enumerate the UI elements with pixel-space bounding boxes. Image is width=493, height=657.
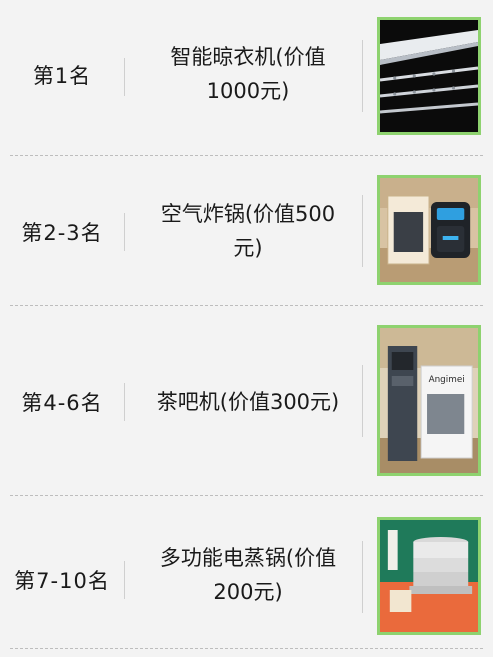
prize-name-line1: 多功能电蒸锅(价值: [159, 546, 337, 570]
column-divider: [124, 383, 125, 421]
column-divider: [124, 58, 125, 96]
prize-name-line2: 元): [233, 236, 263, 260]
column-divider: [124, 213, 125, 251]
prize-name: 智能晾衣机(价值 1000元): [136, 40, 360, 108]
prize-name-line1: 茶吧机(价值300元): [156, 390, 340, 414]
prize-row-1: 第1名 智能晾衣机(价值 1000元): [0, 0, 493, 155]
prize-name: 茶吧机(价值300元): [136, 385, 360, 419]
column-divider: [362, 541, 363, 613]
column-divider: [362, 195, 363, 267]
clothes-rack-image: [377, 17, 481, 135]
prize-name-line1: 空气炸锅(价值500: [160, 202, 336, 226]
rank-label: 第4-6名: [21, 391, 103, 415]
column-divider: [124, 561, 125, 599]
column-divider: [362, 365, 363, 437]
prize-name: 空气炸锅(价值500 元): [136, 197, 360, 265]
electric-steamer-image: [377, 517, 481, 635]
rank-label: 第2-3名: [21, 221, 103, 245]
column-divider: [362, 40, 363, 112]
row-divider: [10, 648, 483, 649]
prize-list: 第1名 智能晾衣机(价值 1000元) 第2-3名 空气炸锅(价值500 元) …: [0, 0, 493, 657]
rank-label: 第7-10名: [14, 569, 110, 593]
prize-name-line2: 1000元): [206, 79, 290, 103]
rank-label: 第1名: [32, 64, 92, 88]
prize-name: 多功能电蒸锅(价值 200元): [136, 541, 360, 609]
box-brand-text: Angimei: [429, 375, 465, 385]
prize-row-3: 第4-6名 茶吧机(价值300元) Angimei: [0, 305, 493, 495]
prize-row-2: 第2-3名 空气炸锅(价值500 元): [0, 155, 493, 305]
prize-row-4: 第7-10名 多功能电蒸锅(价值 200元): [0, 495, 493, 648]
prize-name-line2: 200元): [213, 580, 283, 604]
prize-name-line1: 智能晾衣机(价值: [170, 45, 326, 69]
tea-bar-machine-image: Angimei: [377, 325, 481, 476]
air-fryer-image: [377, 175, 481, 285]
